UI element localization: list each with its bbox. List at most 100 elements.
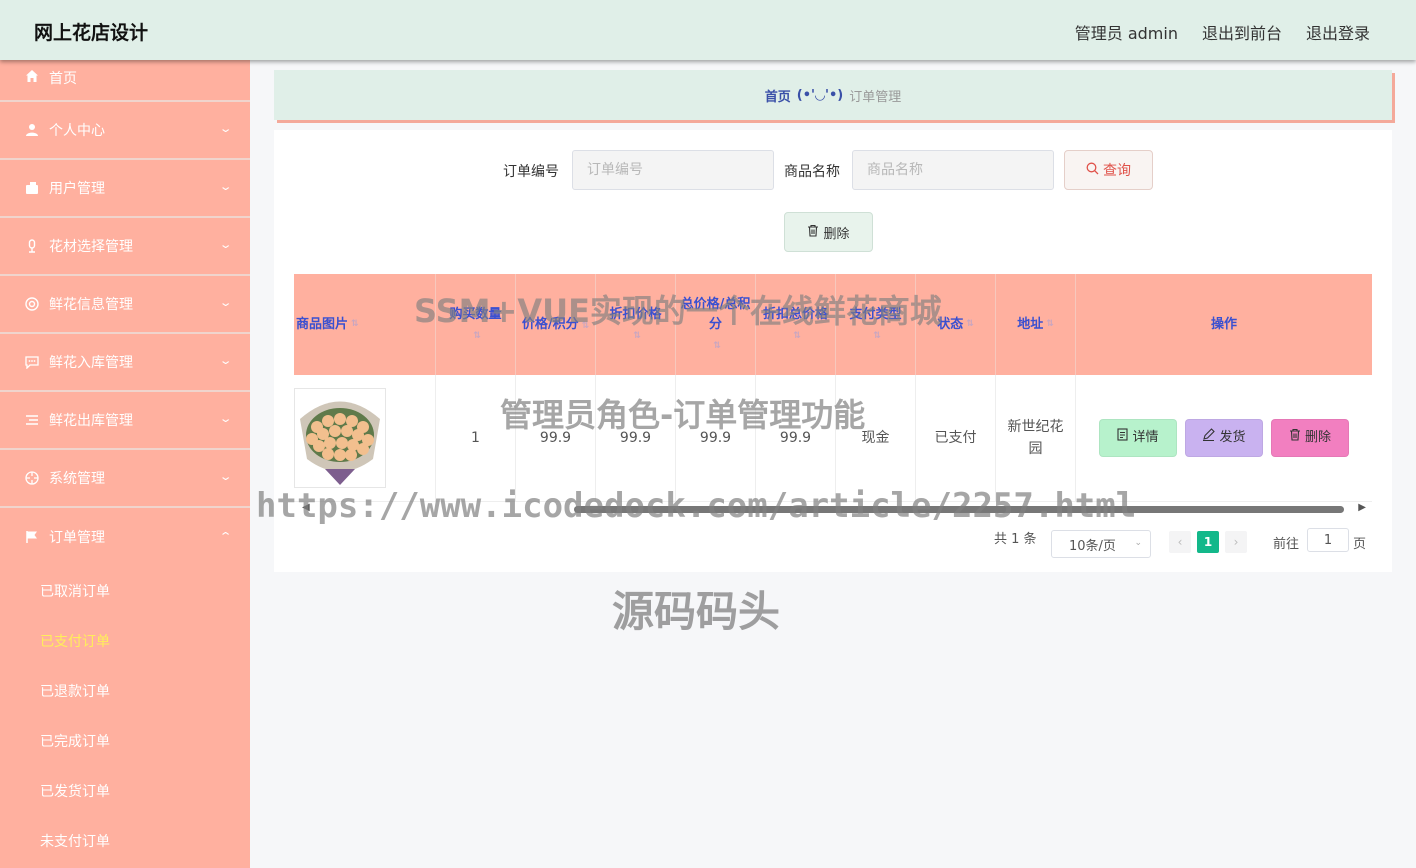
column-header[interactable]: 折扣总价格 ⇅ (756, 274, 836, 375)
watermark-brand: 源码码头 (612, 587, 781, 636)
query-button-label: 查询 (1103, 163, 1131, 179)
sidebar-item-stock-in[interactable]: 鲜花入库管理 ⌄ (0, 334, 250, 392)
delete-button-label: 删除 (1304, 430, 1331, 445)
sidebar-item-label: 鲜花入库管理 (49, 355, 133, 371)
scroll-left-icon[interactable]: ◀ (302, 502, 310, 513)
product-name-label: 商品名称 (784, 164, 840, 180)
document-icon (1117, 427, 1129, 449)
sort-icon[interactable]: ⇅ (873, 331, 881, 341)
chevron-down-icon: ⌄ (218, 122, 233, 135)
sidebar-item-home[interactable]: 首页 (0, 60, 250, 102)
exit-to-front-link[interactable]: 退出到前台 (1202, 20, 1282, 44)
goto-page-input[interactable] (1307, 528, 1349, 552)
list-icon (24, 412, 40, 428)
header-actions: 管理员 admin 退出到前台 退出登录 (1075, 20, 1370, 44)
next-page-button[interactable]: › (1225, 531, 1247, 553)
address-cell: 新世纪花园 (996, 375, 1076, 501)
sort-icon[interactable]: ⇅ (966, 320, 974, 329)
column-header[interactable]: 状态 ⇅ (916, 274, 996, 375)
sort-icon[interactable]: ⇅ (633, 331, 641, 341)
column-header-label: 操作 (1210, 316, 1237, 332)
pagination-total: 共 1 条 (994, 532, 1037, 547)
detail-button[interactable]: 详情 (1099, 419, 1177, 457)
column-header[interactable]: 折扣价格 ⇅ (596, 274, 676, 375)
chevron-down-icon: ⌄ (218, 238, 233, 251)
sidebar-item-users[interactable]: 用户管理 ⌄ (0, 160, 250, 218)
sidebar-item-flower-info[interactable]: 鲜花信息管理 ⌄ (0, 276, 250, 334)
chevron-down-icon: ⌄ (218, 180, 233, 193)
breadcrumb-current: 订单管理 (849, 89, 902, 105)
sidebar-item-materials[interactable]: 花材选择管理 ⌄ (0, 218, 250, 276)
column-header[interactable]: 地址 ⇅ (996, 274, 1076, 375)
page-size-value: 10条/页 (1069, 538, 1116, 554)
ship-button-label: 发货 (1219, 430, 1246, 445)
column-header: 操作 (1076, 274, 1372, 375)
column-header[interactable]: 价格/积分 ⇅ (516, 274, 596, 375)
user-icon (24, 122, 40, 138)
flag-icon (24, 529, 40, 545)
sidebar-item-label: 个人中心 (49, 123, 105, 139)
quantity-cell: 1 (436, 375, 516, 501)
discount-price-cell: 99.9 (596, 375, 676, 501)
page-size-select[interactable]: 10条/页 ⌄ (1051, 530, 1151, 558)
lifebuoy-icon (24, 296, 40, 312)
sort-icon[interactable]: ⇅ (1046, 320, 1054, 329)
breadcrumb: 首页 (•'◡'•) 订单管理 (274, 70, 1392, 120)
page-number-button[interactable]: 1 (1197, 531, 1219, 553)
sidebar: 首页 个人中心 ⌄ 用户管理 ⌄ 花材选择管理 ⌄ 鲜花信息管理 ⌄ 鲜花入库管… (0, 60, 250, 868)
scrollbar-thumb[interactable] (574, 506, 1344, 513)
chevron-up-icon: ⌄ (218, 529, 233, 542)
sidebar-item-orders[interactable]: 订单管理 ⌄ (0, 508, 250, 566)
column-header-label: 折扣总价格 (762, 306, 828, 322)
sidebar-item-stock-out[interactable]: 鲜花出库管理 ⌄ (0, 392, 250, 450)
batch-delete-label: 删除 (823, 226, 850, 242)
search-icon (1086, 162, 1099, 179)
breadcrumb-home[interactable]: 首页 (765, 86, 791, 105)
trash-icon (807, 224, 819, 241)
sidebar-item-profile[interactable]: 个人中心 ⌄ (0, 102, 250, 160)
batch-delete-button[interactable]: 删除 (784, 212, 873, 252)
sidebar-subitem-paid[interactable]: 已支付订单 (0, 616, 250, 666)
trash-icon (1289, 427, 1301, 449)
query-button[interactable]: 查询 (1064, 150, 1153, 190)
column-header[interactable]: 支付类型 ⇅ (836, 274, 916, 375)
admin-user-label: 管理员 admin (1074, 24, 1178, 43)
sidebar-subitem-shipped[interactable]: 已发货订单 (0, 766, 250, 816)
sort-icon[interactable]: ⇅ (713, 341, 721, 351)
delete-button[interactable]: 删除 (1271, 419, 1349, 457)
flower-bouquet-image[interactable] (294, 388, 386, 488)
column-header[interactable]: 商品图片 ⇅ (294, 274, 436, 375)
column-header-label: 购买数量 (449, 306, 502, 322)
prev-page-button[interactable]: ‹ (1169, 531, 1191, 553)
sort-icon[interactable]: ⇅ (473, 331, 481, 341)
sort-icon[interactable]: ⇅ (351, 320, 359, 329)
edit-icon (1202, 427, 1216, 449)
app-title: 网上花店设计 (34, 22, 149, 44)
sidebar-item-system[interactable]: 系统管理 ⌄ (0, 450, 250, 508)
table-header: 商品图片 ⇅ 购买数量 ⇅ 价格/积分 ⇅ 折扣价格 ⇅ 总价格/总积分 ⇅ 折扣总价格 ⇅… (294, 274, 1372, 375)
table-row: 1 99.9 99.9 99.9 99.9 现金 已支付 新世纪花园 详情 发货… (294, 375, 1372, 502)
price-cell: 99.9 (516, 375, 596, 501)
sidebar-item-label: 花材选择管理 (49, 239, 133, 255)
horizontal-scrollbar[interactable]: ◀ ▶ (294, 502, 1372, 516)
scroll-right-icon[interactable]: ▶ (1358, 502, 1366, 513)
discount-total-cell: 99.9 (756, 375, 836, 501)
status-cell: 已支付 (916, 375, 996, 501)
column-header[interactable]: 总价格/总积分 ⇅ (676, 274, 756, 375)
sidebar-item-label: 订单管理 (49, 530, 105, 546)
column-header[interactable]: 购买数量 ⇅ (436, 274, 516, 375)
sidebar-subitem-unpaid[interactable]: 未支付订单 (0, 816, 250, 866)
sort-icon[interactable]: ⇅ (582, 321, 590, 331)
chevron-down-icon: ⌄ (218, 296, 233, 309)
sort-icon[interactable]: ⇅ (793, 331, 801, 341)
order-no-input[interactable] (572, 150, 774, 190)
microphone-icon (24, 238, 40, 254)
sidebar-subitem-cancelled[interactable]: 已取消订单 (0, 566, 250, 616)
main-panel: 订单编号 商品名称 查询 删除 商品图片⇅ 购买数量⇅ 价格/积分⇅ 折扣价格⇅… (274, 130, 1392, 572)
ship-button[interactable]: 发货 (1185, 419, 1263, 457)
sidebar-subitem-refunded[interactable]: 已退款订单 (0, 666, 250, 716)
pay-type-cell: 现金 (836, 375, 916, 501)
product-name-input[interactable] (852, 150, 1054, 190)
sidebar-subitem-completed[interactable]: 已完成订单 (0, 716, 250, 766)
logout-link[interactable]: 退出登录 (1306, 20, 1370, 44)
